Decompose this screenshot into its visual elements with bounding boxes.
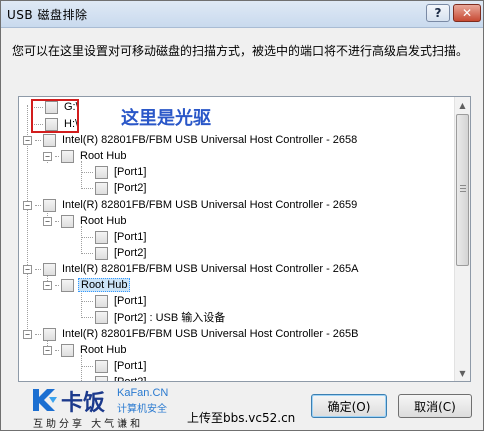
collapse-icon[interactable]: −: [23, 200, 32, 210]
port2-label: [Port2]: [114, 376, 147, 382]
collapse-icon[interactable]: −: [23, 264, 32, 274]
port2-label: [Port2]: [114, 247, 147, 259]
tree-node-controller-265a[interactable]: − Intel(R) 82801FB/FBM USB Universal Hos…: [23, 261, 361, 277]
tree-connector: [35, 139, 41, 141]
close-icon: ✕: [461, 6, 473, 20]
tree-connector: [81, 300, 93, 302]
tree-connector: [35, 333, 41, 335]
optical-drive-highlight: [31, 99, 79, 133]
logo-chinese-name: 卡饭: [61, 391, 106, 416]
port1-checkbox[interactable]: [95, 230, 108, 244]
root-hub-checkbox[interactable]: [61, 149, 74, 163]
tree-node-port1-265b[interactable]: [Port1]: [81, 358, 148, 374]
tree-node-root-hub-265a[interactable]: − Root Hub: [43, 277, 131, 293]
tree-node-port2-265b[interactable]: [Port2]: [81, 374, 148, 383]
collapse-icon[interactable]: −: [23, 135, 32, 145]
controller-265a-label: Intel(R) 82801FB/FBM USB Universal Host …: [62, 263, 359, 275]
tree-connector: [55, 349, 59, 351]
port1-label: [Port1]: [114, 166, 147, 178]
port2-checkbox[interactable]: [95, 181, 108, 195]
tree-connector: [81, 236, 93, 238]
port1-checkbox[interactable]: [95, 294, 108, 308]
optical-drive-annotation: 这里是光驱: [121, 108, 211, 129]
tree-connector: [81, 316, 93, 318]
port2-checkbox[interactable]: [95, 310, 108, 324]
usb-disk-exclusion-dialog: USB 磁盘排除 ? ✕ 您可以在这里设置对可移动磁盘的扫描方式，被选中的端口将…: [0, 0, 484, 431]
tree-connector: [81, 187, 93, 189]
tree-connector: [81, 382, 93, 383]
usb-port-tree[interactable]: G:\ H:\ 这里是光驱 − Intel(R) 82801FB/FBM USB…: [18, 96, 471, 382]
tree-node-root-hub-2658[interactable]: − Root Hub: [43, 148, 128, 164]
help-button[interactable]: ?: [426, 4, 450, 22]
port1-label: [Port1]: [114, 360, 147, 372]
tree-connector: [55, 284, 59, 286]
tree-node-root-hub-265b[interactable]: − Root Hub: [43, 342, 128, 358]
port1-checkbox[interactable]: [95, 359, 108, 373]
tree-node-port1-2658[interactable]: [Port1]: [81, 164, 148, 180]
grip-line: [460, 185, 466, 186]
tree-node-port2-2659[interactable]: [Port2]: [81, 245, 148, 261]
grip-line: [460, 188, 466, 189]
controller-265b-checkbox[interactable]: [43, 327, 56, 341]
logo-slogan: 互助分享 大气谦和: [33, 419, 144, 430]
tree-node-controller-2658[interactable]: − Intel(R) 82801FB/FBM USB Universal Hos…: [23, 132, 359, 148]
tree-connector: [35, 204, 41, 206]
ok-button[interactable]: 确定(O): [311, 394, 387, 418]
logo-subtitle: 计算机安全: [117, 404, 167, 415]
tree-node-controller-265b[interactable]: − Intel(R) 82801FB/FBM USB Universal Hos…: [23, 326, 361, 342]
root-hub-label: Root Hub: [80, 344, 127, 356]
title-bar[interactable]: USB 磁盘排除 ? ✕: [1, 1, 483, 28]
window-title: USB 磁盘排除: [7, 8, 88, 22]
vertical-scrollbar[interactable]: ▲ ▼: [454, 97, 470, 381]
cancel-button[interactable]: 取消(C): [398, 394, 472, 418]
root-hub-label: Root Hub: [80, 150, 127, 162]
port2-label: [Port2]: [114, 182, 147, 194]
tree-node-port1-2659[interactable]: [Port1]: [81, 229, 148, 245]
root-hub-checkbox[interactable]: [61, 214, 74, 228]
logo-english-name: KaFan.CN: [117, 387, 169, 399]
tree-connector: [35, 268, 41, 270]
tree-connector: [55, 155, 59, 157]
root-hub-label: Root Hub: [80, 215, 127, 227]
grip-line: [460, 191, 466, 192]
controller-265a-checkbox[interactable]: [43, 262, 56, 276]
collapse-icon[interactable]: −: [23, 329, 32, 339]
tree-node-port1-265a[interactable]: [Port1]: [81, 293, 148, 309]
scroll-down-icon[interactable]: ▼: [455, 365, 470, 381]
root-hub-checkbox[interactable]: [61, 278, 74, 292]
collapse-icon[interactable]: −: [43, 151, 52, 161]
tree-node-controller-2659[interactable]: − Intel(R) 82801FB/FBM USB Universal Hos…: [23, 197, 359, 213]
collapse-icon[interactable]: −: [43, 280, 52, 290]
controller-2658-checkbox[interactable]: [43, 133, 56, 147]
port1-checkbox[interactable]: [95, 165, 108, 179]
controller-2659-label: Intel(R) 82801FB/FBM USB Universal Host …: [62, 199, 358, 211]
upload-watermark: 上传至bbs.vc52.cn: [187, 411, 296, 425]
tree-connector: [55, 220, 59, 222]
root-hub-label-selected: Root Hub: [78, 278, 131, 292]
collapse-icon[interactable]: −: [43, 345, 52, 355]
controller-2658-label: Intel(R) 82801FB/FBM USB Universal Host …: [62, 134, 358, 146]
tree-node-root-hub-2659[interactable]: − Root Hub: [43, 213, 128, 229]
port2-device-label: [Port2] : USB 输入设备: [114, 312, 226, 324]
port2-checkbox[interactable]: [95, 375, 108, 381]
scroll-up-icon[interactable]: ▲: [455, 97, 470, 113]
scroll-thumb[interactable]: [456, 114, 469, 266]
tree-connector: [81, 171, 93, 173]
instruction-text: 您可以在这里设置对可移动磁盘的扫描方式，被选中的端口将不进行高级启发式扫描。: [12, 44, 469, 58]
root-hub-checkbox[interactable]: [61, 343, 74, 357]
controller-265b-label: Intel(R) 82801FB/FBM USB Universal Host …: [62, 328, 359, 340]
port1-label: [Port1]: [114, 231, 147, 243]
tree-connector: [81, 365, 93, 367]
port2-checkbox[interactable]: [95, 246, 108, 260]
collapse-icon[interactable]: −: [43, 216, 52, 226]
tree-node-port2-2658[interactable]: [Port2]: [81, 180, 148, 196]
tree-connector: [81, 252, 93, 254]
help-icon: ?: [434, 6, 442, 20]
tree-node-port2-265a[interactable]: [Port2] : USB 输入设备: [81, 309, 227, 325]
port1-label: [Port1]: [114, 295, 147, 307]
controller-2659-checkbox[interactable]: [43, 198, 56, 212]
kafan-logo: 卡饭 KaFan.CN 计算机安全 互助分享 大气谦和: [31, 385, 191, 430]
kafan-logo-icon: [33, 389, 57, 411]
close-button[interactable]: ✕: [453, 4, 481, 22]
